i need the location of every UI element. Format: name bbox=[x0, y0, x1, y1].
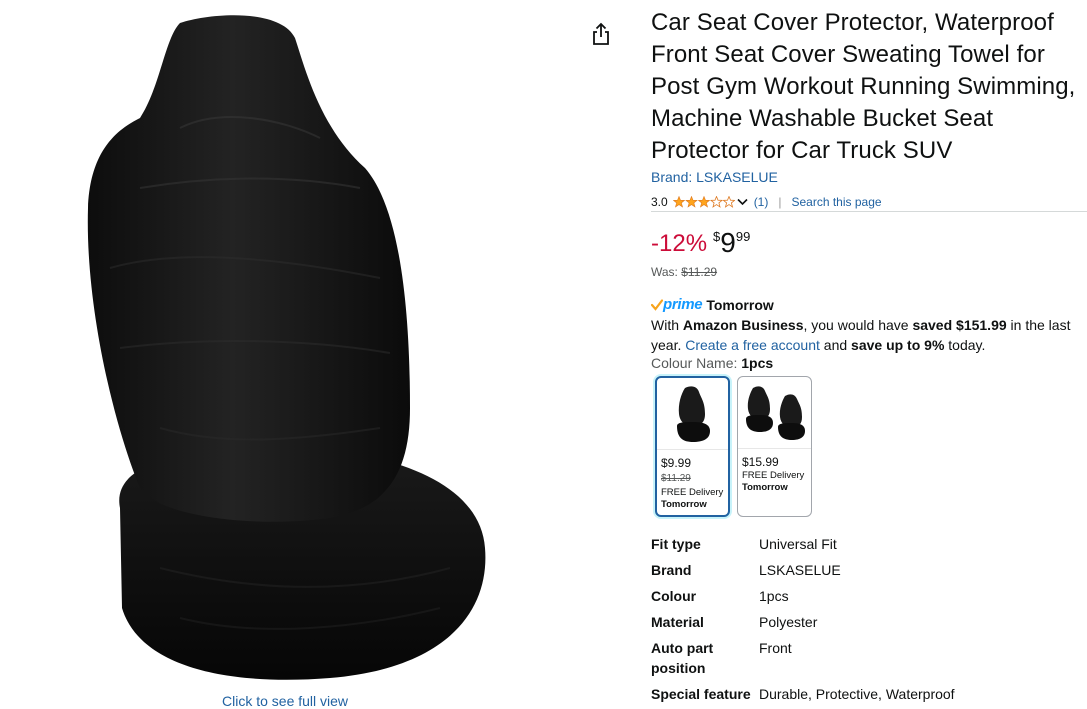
biz-text-2: , you would have bbox=[803, 317, 913, 333]
rating-row: 3.0 (1) | Search this page bbox=[651, 192, 1087, 212]
brand-link[interactable]: Brand: LSKASELUE bbox=[651, 169, 778, 185]
search-this-page-link[interactable]: Search this page bbox=[791, 195, 881, 209]
prime-delivery-row: prime Tomorrow bbox=[651, 296, 774, 313]
spec-key: Fit type bbox=[651, 536, 701, 552]
full-view-link[interactable]: Click to see full view bbox=[222, 693, 348, 709]
swatch-was-price: $11.29 bbox=[661, 473, 691, 484]
spec-value: Front bbox=[759, 640, 792, 656]
swatch-delivery-when: Tomorrow bbox=[742, 482, 788, 493]
spec-key: Brand bbox=[651, 562, 692, 578]
was-label: Was: bbox=[651, 265, 678, 279]
spec-key: Auto part position bbox=[651, 640, 714, 676]
price-row: -12% $ 9 99 bbox=[651, 226, 750, 262]
price-symbol: $ bbox=[713, 229, 721, 244]
product-image-panel: Click to see full view bbox=[0, 0, 590, 709]
spec-value: LSKASELUE bbox=[759, 562, 841, 578]
product-details: Car Seat Cover Protector, Waterproof Fro… bbox=[651, 0, 1087, 709]
was-price-row: Was: $11.29 bbox=[651, 265, 717, 279]
prime-word: prime bbox=[663, 296, 703, 313]
prime-logo-icon: prime bbox=[651, 296, 703, 313]
spec-value: Universal Fit bbox=[759, 536, 837, 552]
spec-value: Polyester bbox=[759, 614, 818, 630]
spec-key: Material bbox=[651, 614, 704, 630]
spec-key: Colour bbox=[651, 588, 697, 604]
separator: | bbox=[778, 195, 782, 209]
main-product-image[interactable] bbox=[80, 8, 500, 688]
create-account-link[interactable]: Create a free account bbox=[685, 337, 820, 353]
product-title: Car Seat Cover Protector, Waterproof Fro… bbox=[651, 9, 1076, 164]
colour-name-row: Colour Name: 1pcs bbox=[651, 355, 773, 371]
swatch-2pcs[interactable]: $15.99 FREE Delivery Tomorrow bbox=[737, 376, 812, 517]
divider bbox=[651, 211, 1087, 212]
swatch-thumbnail bbox=[738, 377, 811, 449]
price-fraction: 99 bbox=[735, 229, 751, 244]
colour-label: Colour Name: bbox=[651, 355, 742, 371]
delivery-when: Tomorrow bbox=[706, 296, 774, 313]
spec-value: 1pcs bbox=[759, 588, 789, 604]
swatch-1pcs[interactable]: $9.99 $11.29 FREE Delivery Tomorrow bbox=[655, 376, 730, 517]
swatch-delivery: FREE Delivery bbox=[742, 470, 805, 481]
rating-value: 3.0 bbox=[651, 195, 668, 209]
biz-bold-1: Amazon Business bbox=[682, 317, 804, 333]
spec-key: Special feature bbox=[651, 686, 751, 702]
swatch-price: $9.99 bbox=[661, 456, 692, 470]
swatch-price: $15.99 bbox=[742, 455, 779, 469]
biz-text-4: and bbox=[819, 337, 852, 353]
colour-selected: 1pcs bbox=[741, 355, 774, 371]
discount-percent: -12% bbox=[651, 230, 708, 257]
biz-text-5: today. bbox=[944, 337, 986, 353]
spec-value: Durable, Protective, Waterproof bbox=[759, 686, 955, 702]
star-rating-icon[interactable] bbox=[672, 196, 735, 208]
biz-text-1: With bbox=[651, 317, 683, 333]
swatch-delivery-when: Tomorrow bbox=[661, 499, 707, 510]
share-icon[interactable] bbox=[590, 22, 614, 48]
swatch-thumbnail bbox=[657, 378, 728, 450]
biz-bold-2: saved $151.99 bbox=[912, 317, 1007, 333]
chevron-down-icon[interactable] bbox=[737, 195, 748, 209]
was-price: $11.29 bbox=[681, 265, 718, 279]
swatch-delivery: FREE Delivery bbox=[661, 487, 724, 498]
price-whole: 9 bbox=[720, 227, 736, 258]
business-savings-text: With Amazon Business, you would have sav… bbox=[651, 315, 1087, 355]
biz-bold-3: save up to 9% bbox=[851, 337, 945, 353]
review-count-link[interactable]: (1) bbox=[754, 195, 769, 209]
